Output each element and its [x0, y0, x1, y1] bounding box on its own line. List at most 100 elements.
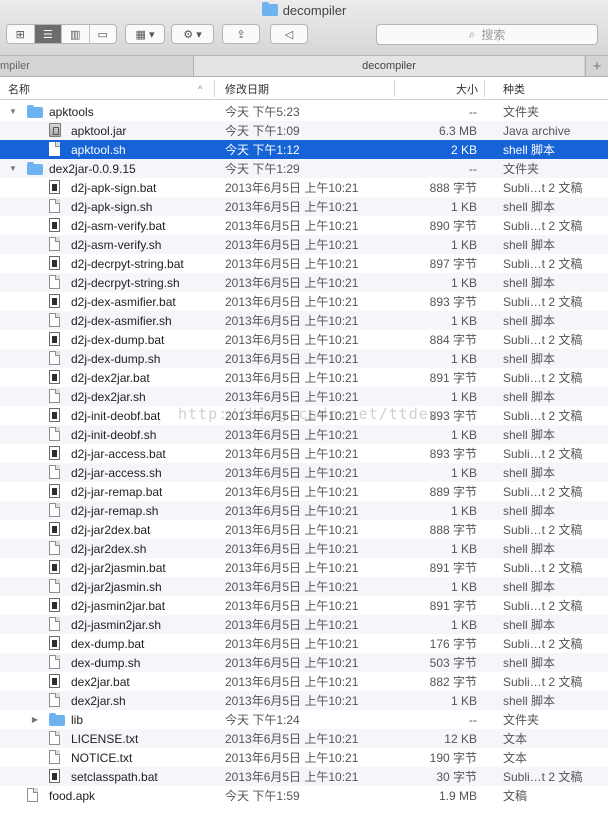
- disclosure-open-icon[interactable]: ▼: [8, 102, 18, 121]
- header-name[interactable]: 名称: [8, 78, 30, 99]
- file-row[interactable]: d2j-jar-remap.bat 2013年6月5日 上午10:21 889 字节…: [0, 482, 608, 501]
- file-row[interactable]: d2j-decrpyt-string.sh 2013年6月5日 上午10:21 1 …: [0, 273, 608, 292]
- coverflow-view-button[interactable]: ▭: [90, 25, 117, 43]
- header-size[interactable]: 大小: [456, 78, 478, 99]
- exec-icon: [49, 180, 60, 194]
- exec-icon: [49, 332, 60, 346]
- file-kind: Subli…t 2 文稿: [503, 371, 583, 385]
- file-row[interactable]: d2j-dex-dump.bat 2013年6月5日 上午10:21 884 字节 S…: [0, 330, 608, 349]
- file-row[interactable]: d2j-asm-verify.bat 2013年6月5日 上午10:21 890 字…: [0, 216, 608, 235]
- doc-icon: [49, 389, 60, 403]
- file-name: d2j-jasmin2jar.bat: [71, 598, 166, 613]
- file-row[interactable]: food.apk 今天 下午1:59 1.9 MB 文稿: [0, 786, 608, 805]
- file-kind: 文件夹: [503, 105, 540, 119]
- file-row[interactable]: d2j-jar-access.bat 2013年6月5日 上午10:21 893 字…: [0, 444, 608, 463]
- file-row[interactable]: apktool.sh 今天 下午1:12 2 KB shell 脚本: [0, 140, 608, 159]
- file-kind: 文件夹: [503, 713, 540, 727]
- exec-icon: [49, 598, 60, 612]
- file-row[interactable]: dex-dump.sh 2013年6月5日 上午10:21 503 字节 shell …: [0, 653, 608, 672]
- file-size: --: [469, 712, 477, 727]
- doc-icon: [49, 427, 60, 441]
- file-row[interactable]: dex2jar.sh 2013年6月5日 上午10:21 1 KB shell 脚本: [0, 691, 608, 710]
- icon-view-button[interactable]: ⊞: [7, 25, 35, 43]
- file-row[interactable]: d2j-dex-asmifier.bat 2013年6月5日 上午10:21 893…: [0, 292, 608, 311]
- file-row[interactable]: d2j-dex-dump.sh 2013年6月5日 上午10:21 1 KB shel…: [0, 349, 608, 368]
- column-divider[interactable]: [394, 80, 395, 97]
- arrange-button[interactable]: ▦ ▾: [125, 24, 165, 44]
- disclosure-closed-icon[interactable]: ▶: [30, 710, 40, 729]
- file-name: LICENSE.txt: [71, 731, 139, 746]
- file-row[interactable]: dex2jar.bat 2013年6月5日 上午10:21 882 字节 Subli……: [0, 672, 608, 691]
- file-name: dex2jar.bat: [71, 674, 130, 689]
- file-name: d2j-asm-verify.bat: [71, 218, 166, 233]
- file-kind: Subli…t 2 文稿: [503, 257, 583, 271]
- file-name: d2j-apk-sign.bat: [71, 180, 157, 195]
- file-row[interactable]: d2j-jar2dex.sh 2013年6月5日 上午10:21 1 KB shell…: [0, 539, 608, 558]
- column-divider[interactable]: [484, 80, 485, 97]
- file-row[interactable]: d2j-jar2jasmin.bat 2013年6月5日 上午10:21 891 字…: [0, 558, 608, 577]
- file-row[interactable]: d2j-jasmin2jar.sh 2013年6月5日 上午10:21 1 KB sh…: [0, 615, 608, 634]
- file-size: 1 KB: [450, 579, 477, 594]
- column-view-button[interactable]: ▥: [62, 25, 90, 43]
- gear-icon: ⚙: [183, 28, 194, 41]
- file-size: 1 KB: [450, 275, 477, 290]
- file-row[interactable]: d2j-dex-asmifier.sh 2013年6月5日 上午10:21 1 KB…: [0, 311, 608, 330]
- column-header: 名称 ^ 修改日期 大小 种类: [0, 78, 608, 100]
- tab-other[interactable]: mpiler: [0, 56, 194, 76]
- doc-icon: [27, 788, 38, 802]
- exec-icon: [49, 294, 60, 308]
- file-row[interactable]: d2j-dex2jar.sh 2013年6月5日 上午10:21 1 KB shell…: [0, 387, 608, 406]
- file-row[interactable]: ▼ apktools 今天 下午5:23 -- 文件夹: [0, 102, 608, 121]
- file-row[interactable]: d2j-jasmin2jar.bat 2013年6月5日 上午10:21 891 字…: [0, 596, 608, 615]
- file-date: 2013年6月5日 上午10:21: [225, 333, 359, 347]
- file-date: 2013年6月5日 上午10:21: [225, 409, 359, 423]
- file-name: d2j-jar-remap.sh: [71, 503, 159, 518]
- file-row[interactable]: d2j-asm-verify.sh 2013年6月5日 上午10:21 1 KB sh…: [0, 235, 608, 254]
- file-row[interactable]: LICENSE.txt 2013年6月5日 上午10:21 12 KB 文本: [0, 729, 608, 748]
- file-row[interactable]: setclasspath.bat 2013年6月5日 上午10:21 30 字节 Su…: [0, 767, 608, 786]
- action-button[interactable]: ⚙ ▾: [171, 24, 214, 44]
- file-size: 190 字节: [429, 751, 477, 765]
- file-date: 今天 下午1:29: [225, 162, 300, 176]
- file-row[interactable]: d2j-dex2jar.bat 2013年6月5日 上午10:21 891 字节 Su…: [0, 368, 608, 387]
- file-row[interactable]: ▼ dex2jar-0.0.9.15 今天 下午1:29 -- 文件夹: [0, 159, 608, 178]
- share-button[interactable]: ⇪: [222, 24, 260, 44]
- doc-icon: [49, 750, 60, 764]
- file-row[interactable]: dex-dump.bat 2013年6月5日 上午10:21 176 字节 Subli…: [0, 634, 608, 653]
- file-kind: Subli…t 2 文稿: [503, 447, 583, 461]
- file-size: 1 KB: [450, 427, 477, 442]
- new-tab-button[interactable]: +: [585, 56, 608, 76]
- file-date: 2013年6月5日 上午10:21: [225, 542, 359, 556]
- file-row[interactable]: d2j-jar-remap.sh 2013年6月5日 上午10:21 1 KB she…: [0, 501, 608, 520]
- view-mode-selector[interactable]: ⊞ ☰ ▥ ▭: [6, 24, 117, 44]
- file-row[interactable]: NOTICE.txt 2013年6月5日 上午10:21 190 字节 文本: [0, 748, 608, 767]
- file-row[interactable]: d2j-jar2jasmin.sh 2013年6月5日 上午10:21 1 KB sh…: [0, 577, 608, 596]
- list-view-button[interactable]: ☰: [34, 25, 62, 43]
- file-row[interactable]: d2j-init-deobf.bat 2013年6月5日 上午10:21 893 字…: [0, 406, 608, 425]
- file-date: 2013年6月5日 上午10:21: [225, 637, 359, 651]
- search-placeholder: 搜索: [481, 28, 506, 42]
- header-kind[interactable]: 种类: [503, 78, 525, 99]
- file-row[interactable]: d2j-init-deobf.sh 2013年6月5日 上午10:21 1 KB sh…: [0, 425, 608, 444]
- file-row[interactable]: d2j-jar2dex.bat 2013年6月5日 上午10:21 888 字节 Su…: [0, 520, 608, 539]
- file-row[interactable]: d2j-decrpyt-string.bat 2013年6月5日 上午10:21 8…: [0, 254, 608, 273]
- column-divider[interactable]: [214, 80, 215, 97]
- tag-button[interactable]: ◁: [270, 24, 308, 44]
- file-row[interactable]: ▶ lib 今天 下午1:24 -- 文件夹: [0, 710, 608, 729]
- file-kind: Subli…t 2 文稿: [503, 219, 583, 233]
- tab-decompiler[interactable]: decompiler: [194, 56, 584, 76]
- folder-icon: [27, 105, 43, 118]
- header-kind-label: 种类: [503, 83, 525, 96]
- file-row[interactable]: d2j-jar-access.sh 2013年6月5日 上午10:21 1 KB sh…: [0, 463, 608, 482]
- file-kind: Java archive: [503, 123, 571, 138]
- doc-icon: [49, 275, 60, 289]
- file-name: d2j-jasmin2jar.sh: [71, 617, 162, 632]
- tab-bar: mpiler decompiler +: [0, 56, 608, 77]
- header-date[interactable]: 修改日期: [225, 78, 269, 99]
- file-row[interactable]: d2j-apk-sign.sh 2013年6月5日 上午10:21 1 KB shel…: [0, 197, 608, 216]
- search-input[interactable]: ⌕ 搜索: [376, 24, 598, 45]
- disclosure-open-icon[interactable]: ▼: [8, 159, 18, 178]
- file-row[interactable]: d2j-apk-sign.bat 2013年6月5日 上午10:21 888 字节 S…: [0, 178, 608, 197]
- file-row[interactable]: apktool.jar 今天 下午1:09 6.3 MB Java archive: [0, 121, 608, 140]
- file-size: 891 字节: [429, 599, 477, 613]
